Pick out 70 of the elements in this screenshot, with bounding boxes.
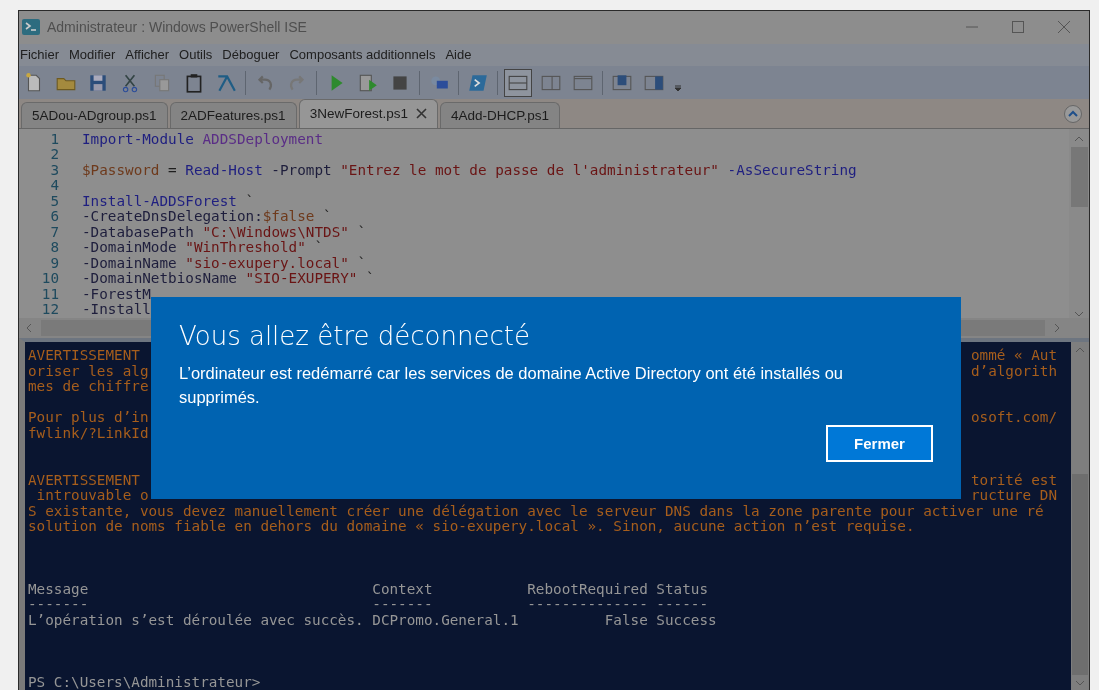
menu-item[interactable]: Modifier	[69, 47, 116, 63]
console-text: AVERTISSEMENT	[28, 347, 140, 364]
console-text: ------- ------- -------------- ------	[28, 597, 708, 613]
scroll-right-icon[interactable]	[1053, 322, 1061, 333]
line-number: 1	[49, 131, 59, 148]
line-number: 7	[49, 224, 59, 241]
window-title: Administrateur : Windows PowerShell ISE	[47, 19, 308, 36]
scrollbar[interactable]	[1069, 128, 1089, 318]
scroll-down-icon[interactable]	[1074, 309, 1084, 318]
layout-top-icon[interactable]	[504, 68, 532, 97]
line-number: 6	[49, 209, 59, 225]
close-icon[interactable]	[1057, 20, 1071, 35]
line-number: 4	[49, 178, 59, 194]
scroll-down-icon[interactable]	[1075, 679, 1085, 687]
console-text: osoft.com/	[970, 410, 1057, 426]
code-line: -DatabasePath "C:\Windows\NTDS" `	[82, 224, 367, 240]
console-text: mes de chiffre	[28, 379, 149, 395]
code-line: -Install	[82, 302, 151, 318]
file-tab[interactable]: 2ADFeatures.ps1	[169, 101, 297, 128]
scroll-left-icon[interactable]	[25, 322, 33, 333]
console-text: d’algorith	[970, 363, 1057, 380]
maximize-icon[interactable]	[1011, 20, 1025, 35]
console-text: introuvable o	[35, 488, 149, 504]
code-line: -ForestM	[82, 286, 151, 303]
menu-item[interactable]: Fichier	[20, 47, 59, 63]
close-button[interactable]: Fermer	[826, 425, 933, 462]
file-tab[interactable]: 3NewForest.ps1	[298, 98, 438, 128]
console-text: PS C:\Users\Administrateur>	[28, 675, 261, 690]
code-line: -CreateDnsDelegation:$false `	[82, 209, 332, 225]
menu-item[interactable]: Composants additionnels	[289, 47, 436, 63]
dialog-title: Vous allez être déconnecté	[179, 321, 530, 351]
console-text: Message Context RebootRequired Status	[28, 581, 708, 598]
menu-item[interactable]: Outils	[179, 47, 213, 63]
code-line: Install-ADDSForest `	[82, 193, 255, 210]
console-text: oriser les alg	[28, 363, 149, 380]
line-number: 11	[40, 286, 59, 303]
code-line: -DomainMode "WinThreshold" `	[82, 240, 324, 256]
code-line: -DomainName "sio-exupery.local" `	[82, 255, 367, 272]
line-number: 8	[49, 240, 59, 256]
console-text: torité est	[970, 472, 1057, 489]
scroll-up-icon[interactable]	[1074, 134, 1084, 143]
console-text: Pour plus d’in	[28, 410, 149, 426]
menu-item[interactable]: Afficher	[125, 47, 170, 63]
console-text: solution de noms fiable en dehors du domaine « sio-exupery.local ». Sinon, aucune action n’est requise.	[28, 519, 915, 536]
line-number: 2	[49, 147, 59, 163]
line-number: 12	[40, 302, 59, 318]
dialog-message: L’ordinateur est redémarré car les services de domaine Active Directory ont été installés ou supprimés.	[179, 363, 844, 408]
menu-item[interactable]: Aide	[445, 47, 472, 63]
overflow-icon[interactable]	[673, 82, 683, 93]
code-line: -DomainNetbiosName "SIO-EXUPERY" `	[82, 271, 375, 287]
scroll-up-icon[interactable]	[1075, 345, 1085, 354]
powershell-icon	[21, 18, 41, 37]
console-text: fwlink/?LinkId	[28, 425, 149, 442]
line-number: 10	[40, 271, 59, 287]
code-line: Import-Module ADDSDeployment	[82, 131, 324, 148]
line-number: 5	[49, 193, 59, 210]
file-tab[interactable]: 5ADou-ADgroup.ps1	[21, 101, 168, 128]
scrollbar[interactable]	[1071, 341, 1089, 690]
close-icon[interactable]	[415, 108, 427, 120]
console-text: ructure DN	[970, 488, 1057, 504]
console-text: ommé « Aut	[970, 347, 1057, 364]
collapse-icon[interactable]	[1063, 103, 1083, 124]
console-text: S existante, vous devez manuellement créer une délégation avec le serveur DNS dans la zone parente pour activer une ré	[28, 503, 1044, 520]
code-line: $Password = Read-Host -Prompt "Entrez le mot de passe de l'administrateur" -AsSecureString	[82, 162, 857, 179]
console-text: AVERTISSEMENT	[28, 472, 140, 489]
line-number: 9	[49, 255, 59, 272]
line-number: 3	[49, 162, 59, 179]
console-text: L’opération s’est déroulée avec succès. DCPromo.General.1 False Success	[28, 613, 717, 629]
file-tab[interactable]: 4Add-DHCP.ps1	[439, 101, 560, 128]
menu-item[interactable]: Déboguer	[222, 47, 280, 63]
